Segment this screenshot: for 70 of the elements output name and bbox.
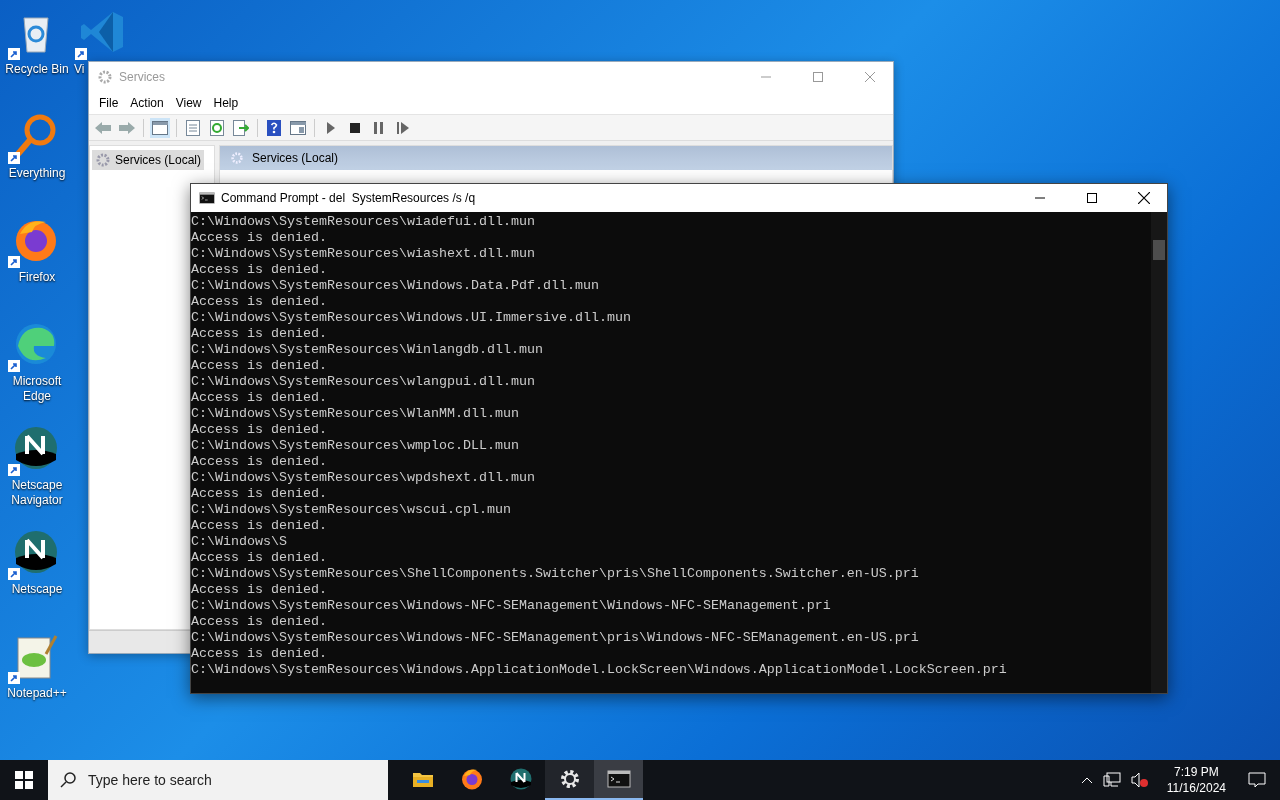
console-line: C:\Windows\SystemResources\wiashext.dll.mun — [191, 246, 535, 262]
gear-icon — [230, 151, 244, 165]
menu-item[interactable]: File — [93, 95, 125, 110]
taskbar-app-button[interactable] — [545, 760, 594, 800]
pane-title: Services (Local) — [252, 151, 339, 165]
menu-item[interactable]: Action — [124, 95, 170, 110]
desktop-icon-label: Microsoft Edge — [11, 374, 63, 404]
console-line: Access is denied. — [191, 614, 327, 630]
properties-icon[interactable] — [183, 117, 203, 138]
console-line: C:\Windows\SystemResources\Windows.Data.Pdf.dll.mun — [191, 278, 599, 294]
console-line: C:\Windows\SystemResources\wlangpui.dll.mun — [191, 374, 535, 390]
console-line: C:\Windows\SystemResources\Windows-NFC-SEManagement\pris\Windows-NFC-SEManagement.en-US.pri — [191, 630, 919, 646]
console-line: Access is denied. — [191, 518, 327, 534]
window-title: Command Prompt - del SystemResources /s /q — [221, 191, 477, 205]
browser-icon — [459, 767, 484, 791]
taskbar-app-button[interactable] — [594, 760, 643, 800]
menu-item[interactable]: View — [169, 95, 208, 110]
desktop-icon-label: Everything — [8, 166, 66, 181]
window-title: Services — [119, 69, 166, 84]
console-line: C:\Windows\SystemResources\Windows-NFC-SEManagement\Windows-NFC-SEManagement.pri — [191, 598, 831, 614]
clock[interactable]: 7:19 PM 11/16/2024 — [1158, 764, 1234, 796]
desktop-icon-label: Recycle Bin — [5, 62, 69, 77]
menu-item[interactable]: Help — [207, 95, 245, 110]
desktop-icon-label: Firefox — [18, 270, 56, 285]
desktop-icon-label: Netscape — [11, 582, 63, 597]
gear-icon — [97, 68, 113, 85]
console-line: Access is denied. — [191, 294, 327, 310]
network-icon[interactable] — [1102, 772, 1121, 788]
refresh-icon[interactable] — [207, 117, 227, 138]
muted-speaker-icon[interactable] — [1130, 772, 1149, 788]
console-line: Access is denied. — [191, 326, 327, 342]
chevron-up-icon[interactable] — [1080, 776, 1093, 784]
console-line: C:\Windows\S — [191, 534, 287, 550]
console-tree-icon[interactable] — [150, 117, 170, 138]
console-line: C:\Windows\SystemResources\wscui.cpl.mun — [191, 502, 511, 518]
console-line: C:\Windows\SystemResources\Windows.UI.Immersive.dll.mun — [191, 310, 631, 326]
console-line: C:\Windows\SystemResources\wiadefui.dll.mun — [191, 214, 535, 230]
console-line: C:\Windows\SystemResources\wpdshext.dll.mun — [191, 470, 535, 486]
tree-item[interactable]: Services (Local) — [92, 150, 205, 170]
console-line: Access is denied. — [191, 486, 327, 502]
scrollbar[interactable] — [1151, 212, 1167, 693]
console-line: Access is denied. — [191, 550, 327, 566]
console-line: Access is denied. — [191, 390, 327, 406]
desktop-icon-label: Vi — [74, 62, 85, 77]
terminal-icon — [199, 192, 215, 204]
help-icon[interactable] — [264, 117, 284, 138]
console-line: Access is denied. — [191, 358, 327, 374]
close-icon[interactable] — [1138, 192, 1150, 204]
gear-icon — [95, 152, 111, 168]
console-line: Access is denied. — [191, 230, 327, 246]
console-line: Access is denied. — [191, 454, 327, 470]
console-line: C:\Windows\SystemResources\WlanMM.dll.mun — [191, 406, 519, 422]
console-line: C:\Windows\SystemResources\Winlangdb.dll.mun — [191, 342, 543, 358]
desktop-icon-label: Netscape Navigator — [10, 478, 64, 508]
search-box[interactable]: Type here to search — [48, 760, 388, 800]
desktop-icon-label: Notepad++ — [7, 686, 67, 701]
maximize-icon[interactable] — [1087, 193, 1097, 203]
console-line: C:\Windows\SystemResources\ShellComponents.Switcher\pris\ShellComponents.Switcher.en-US.pri — [191, 566, 919, 582]
console-line: Access is denied. — [191, 262, 327, 278]
console-line: Access is denied. — [191, 422, 327, 438]
console-line: Access is denied. — [191, 646, 327, 662]
terminal-icon — [606, 767, 631, 791]
notification-icon[interactable] — [1248, 772, 1266, 788]
n-logo-icon — [508, 767, 533, 791]
console-line: C:\Windows\SystemResources\wmploc.DLL.mun — [191, 438, 519, 454]
export-icon[interactable] — [231, 117, 251, 138]
search-field[interactable]: Type here to search — [86, 771, 388, 789]
console-line: Access is denied. — [191, 582, 327, 598]
search-icon — [60, 772, 76, 788]
console-line: C:\Windows\SystemResources\Windows.ApplicationModel.LockScreen\Windows.ApplicationModel.LockScreen.pri — [191, 662, 1007, 678]
